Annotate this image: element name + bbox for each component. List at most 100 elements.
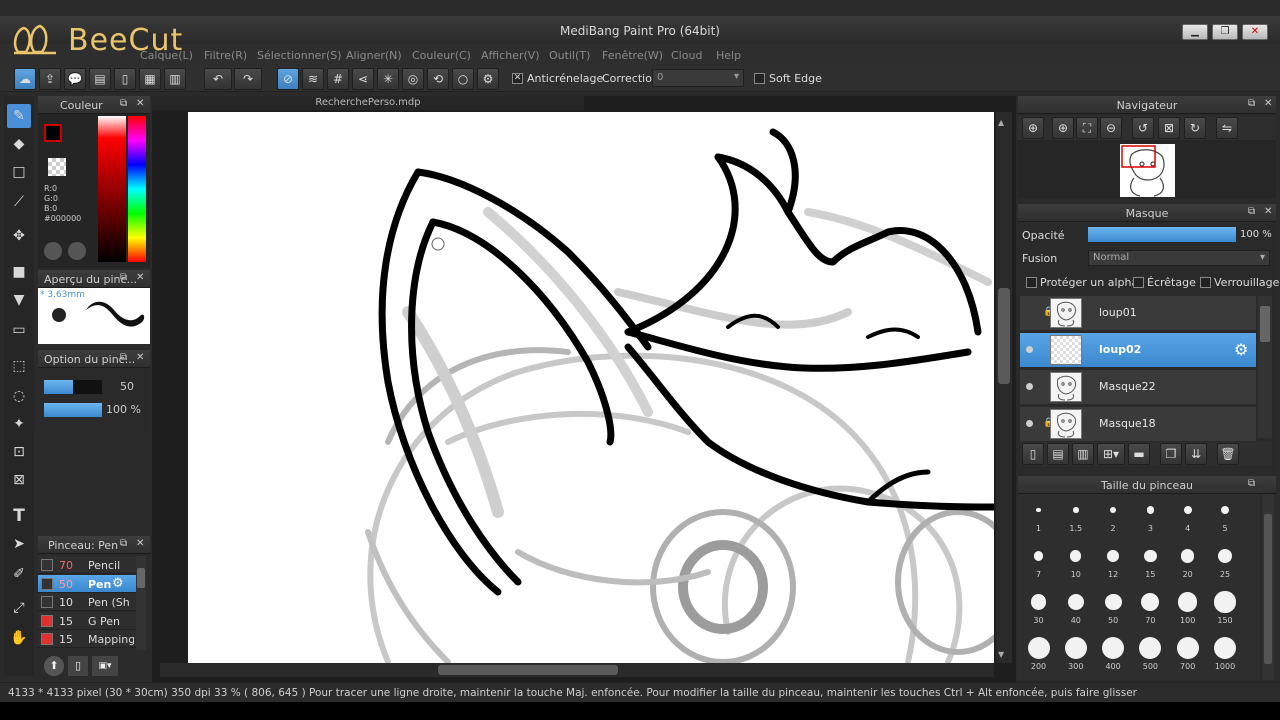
- primary-color-swatch[interactable]: [44, 124, 62, 142]
- bucket-tool-icon[interactable]: ▼: [7, 288, 31, 312]
- brush-size-option[interactable]: 300: [1057, 634, 1094, 671]
- reset-view-icon[interactable]: ⊠: [1158, 117, 1180, 139]
- menu-filtre[interactable]: Filtre(R): [204, 49, 247, 62]
- undock-icon[interactable]: ⧉: [120, 272, 127, 283]
- circle-snap-icon[interactable]: ○: [452, 68, 474, 90]
- lock-checkbox[interactable]: [1200, 277, 1211, 288]
- brush-list-item[interactable]: 10 Pen (Sh: [38, 593, 136, 611]
- layer-row[interactable]: Masque22: [1020, 370, 1256, 405]
- close-button[interactable]: ✕: [1242, 24, 1268, 40]
- comic-icon[interactable]: ▤: [89, 68, 111, 90]
- brush-list-scrollbar[interactable]: [136, 556, 146, 650]
- fill-rect-tool-icon[interactable]: ■: [7, 260, 31, 284]
- select-pen-icon[interactable]: ⊡: [7, 440, 31, 464]
- menu-outil[interactable]: Outil(T): [549, 49, 590, 62]
- minimize-button[interactable]: ▁: [1182, 24, 1208, 40]
- visibility-icon[interactable]: [1026, 346, 1033, 353]
- new-layer-icon[interactable]: ▯: [1022, 443, 1044, 465]
- add-layer-menu-icon[interactable]: ⊞▾: [1097, 443, 1125, 465]
- concentric-snap-icon[interactable]: ◎: [402, 68, 424, 90]
- brush-size-option[interactable]: 500: [1132, 634, 1169, 671]
- layer-row[interactable]: 🔒 loup01: [1020, 296, 1256, 331]
- correction-select[interactable]: 0 ▾: [652, 69, 744, 87]
- settings-snap-icon[interactable]: ⚙: [477, 68, 499, 90]
- zoom-out-icon[interactable]: ⊖: [1100, 117, 1122, 139]
- brush-size-option[interactable]: 20: [1169, 542, 1206, 579]
- brush-size-option[interactable]: 50: [1095, 588, 1132, 625]
- close-icon[interactable]: ✕: [136, 272, 144, 283]
- visibility-icon[interactable]: [1026, 383, 1033, 390]
- brush-size-option[interactable]: 1.5: [1057, 496, 1094, 533]
- hand-tool-icon[interactable]: ✋: [7, 626, 31, 650]
- navigator-thumbnail[interactable]: [1120, 144, 1175, 197]
- brush-size-option[interactable]: 25: [1207, 542, 1244, 579]
- brush-size-option[interactable]: 7: [1020, 542, 1057, 579]
- menu-help[interactable]: Help: [716, 49, 741, 62]
- brush-size-option[interactable]: 1: [1020, 496, 1057, 533]
- brush-size-option[interactable]: 30: [1020, 588, 1057, 625]
- brush-size-option[interactable]: 1000: [1207, 634, 1244, 671]
- brush-list-item[interactable]: 50 Pen ⚙: [38, 574, 136, 593]
- antialias-checkbox[interactable]: ✕: [512, 73, 523, 84]
- brush-size-option[interactable]: 100: [1169, 588, 1206, 625]
- visibility-icon[interactable]: [1026, 420, 1033, 427]
- page-icon[interactable]: ▯: [114, 68, 136, 90]
- brush-size-option[interactable]: 150: [1207, 588, 1244, 625]
- new-brush-icon[interactable]: ▯: [68, 656, 88, 676]
- brush-list-item[interactable]: 70 Pencil: [38, 556, 136, 574]
- undo-icon[interactable]: ↶: [204, 68, 232, 90]
- rotate-right-icon[interactable]: ↻: [1184, 117, 1206, 139]
- brush-size-slider[interactable]: [44, 380, 102, 394]
- document-tab[interactable]: RecherchePerso.mdp: [152, 96, 584, 110]
- undock-icon[interactable]: ⧉: [1248, 98, 1255, 109]
- menu-cloud[interactable]: Cloud: [671, 49, 702, 62]
- brush-size-option[interactable]: 2: [1095, 496, 1132, 533]
- palette-add-icon[interactable]: [68, 242, 86, 260]
- comment-icon[interactable]: 💬: [64, 68, 86, 90]
- menu-fenetre[interactable]: Fenêtre(W): [602, 49, 663, 62]
- transparent-swatch[interactable]: [48, 158, 66, 176]
- brush-size-option[interactable]: 4: [1169, 496, 1206, 533]
- brush-list-item[interactable]: 15 Mapping: [38, 630, 136, 648]
- brush-size-option[interactable]: 40: [1057, 588, 1094, 625]
- brush-size-option[interactable]: 700: [1169, 634, 1206, 671]
- menu-afficher[interactable]: Afficher(V): [481, 49, 540, 62]
- layer-row[interactable]: 🔒 Masque18: [1020, 407, 1256, 442]
- layer-opacity-slider[interactable]: [1088, 227, 1236, 242]
- snap-off-icon[interactable]: ⊘: [277, 68, 299, 90]
- undock-icon[interactable]: ⧉: [120, 538, 127, 549]
- stroke-tool-icon[interactable]: ⟋: [7, 190, 31, 214]
- magic-wand-icon[interactable]: ✦: [7, 412, 31, 436]
- share-icon[interactable]: ⇪: [39, 68, 61, 90]
- operation-tool-icon[interactable]: ➤: [7, 532, 31, 556]
- brush-size-scrollbar[interactable]: [1262, 494, 1274, 680]
- select-rect-icon[interactable]: ⬚: [7, 354, 31, 378]
- zoom-plus-icon[interactable]: ⊕: [1052, 117, 1074, 139]
- brush-size-option[interactable]: 70: [1132, 588, 1169, 625]
- brush-size-option[interactable]: 3: [1132, 496, 1169, 533]
- layer-row[interactable]: loup02 ⚙: [1020, 333, 1256, 368]
- move-tool-icon[interactable]: ✥: [7, 224, 31, 248]
- brush-list-item[interactable]: 15 G Pen: [38, 611, 136, 630]
- vertical-scrollbar[interactable]: ▲ ▼: [996, 112, 1012, 663]
- brush-opacity-slider[interactable]: [44, 403, 102, 417]
- eyedropper-tool-icon[interactable]: ✐: [7, 562, 31, 586]
- flip-icon[interactable]: ⇋: [1216, 117, 1238, 139]
- select-eraser-icon[interactable]: ⊠: [7, 468, 31, 492]
- close-icon[interactable]: ✕: [1264, 98, 1272, 109]
- radial-snap-icon[interactable]: ✳: [377, 68, 399, 90]
- cross-snap-icon[interactable]: #: [327, 68, 349, 90]
- parallel-snap-icon[interactable]: ≋: [302, 68, 324, 90]
- lasso-icon[interactable]: ◌: [7, 384, 31, 408]
- brush-size-option[interactable]: 12: [1095, 542, 1132, 579]
- duplicate-layer-icon[interactable]: ❐: [1160, 443, 1182, 465]
- gradient-tool-icon[interactable]: ▭: [7, 318, 31, 342]
- fit-icon[interactable]: ⛶: [1076, 117, 1098, 139]
- close-icon[interactable]: ✕: [136, 538, 144, 549]
- menu-aligner[interactable]: Aligner(N): [346, 49, 402, 62]
- redo-icon[interactable]: ↷: [234, 68, 262, 90]
- menu-couleur[interactable]: Couleur(C): [412, 49, 471, 62]
- rectangle-tool-icon[interactable]: □: [7, 160, 31, 184]
- cloud-brush-icon[interactable]: ⬆: [44, 656, 64, 676]
- text-tool-icon[interactable]: T: [7, 504, 31, 528]
